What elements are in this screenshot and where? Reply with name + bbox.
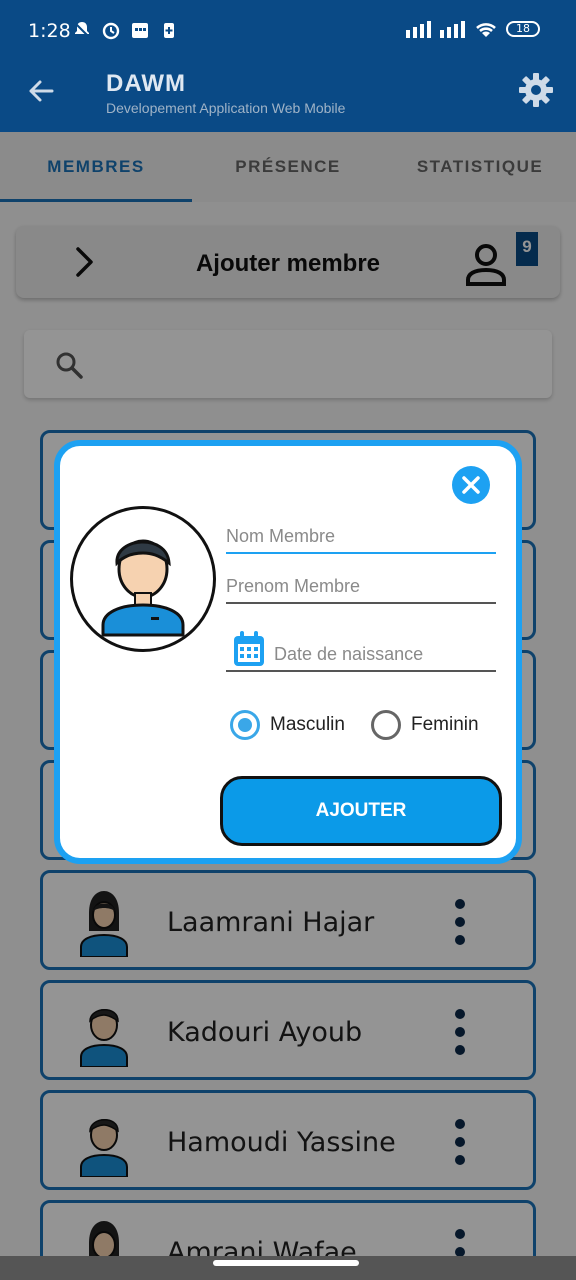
radio-masculin[interactable]: Masculin — [230, 710, 345, 740]
calendar-status-icon — [132, 23, 148, 38]
notification-off-icon — [73, 21, 91, 39]
home-indicator[interactable] — [213, 1260, 359, 1266]
battery-saver-icon — [164, 23, 174, 38]
radio-checked-icon — [230, 710, 260, 740]
gender-radio-group: Masculin Feminin — [230, 710, 479, 740]
nom-input[interactable] — [226, 520, 496, 552]
status-bar: 1:28 18 — [0, 0, 576, 62]
radio-label: Masculin — [270, 714, 345, 735]
status-right-icons: 18 — [406, 20, 540, 38]
calendar-icon[interactable] — [232, 630, 266, 668]
date-input[interactable] — [226, 638, 496, 670]
prenom-field[interactable] — [226, 570, 496, 604]
radio-label: Feminin — [410, 714, 479, 735]
close-icon[interactable] — [452, 466, 490, 504]
date-field[interactable] — [226, 631, 496, 672]
back-arrow-icon[interactable] — [26, 76, 56, 106]
radio-unchecked-icon — [370, 710, 401, 740]
ajouter-button[interactable]: AJOUTER — [220, 776, 502, 846]
wifi-icon — [476, 23, 496, 37]
alarm-icon — [102, 22, 120, 40]
radio-feminin[interactable]: Feminin — [370, 710, 479, 740]
nom-field[interactable] — [226, 520, 496, 554]
battery-icon: 18 — [506, 21, 540, 37]
prenom-input[interactable] — [226, 570, 496, 602]
app-bar: DAWM Developement Application Web Mobile — [0, 62, 576, 132]
status-notification-icons — [72, 20, 179, 40]
signal-icon — [406, 21, 431, 38]
male-avatar-icon — [101, 539, 185, 637]
add-member-dialog: Masculin Feminin AJOUTER — [54, 440, 522, 864]
app-title: DAWM — [106, 70, 186, 97]
status-time: 1:28 — [28, 20, 71, 42]
signal-2-icon — [440, 21, 465, 38]
member-photo-avatar[interactable] — [70, 506, 216, 652]
app-subtitle: Developement Application Web Mobile — [106, 100, 346, 116]
gear-icon[interactable] — [518, 72, 554, 108]
